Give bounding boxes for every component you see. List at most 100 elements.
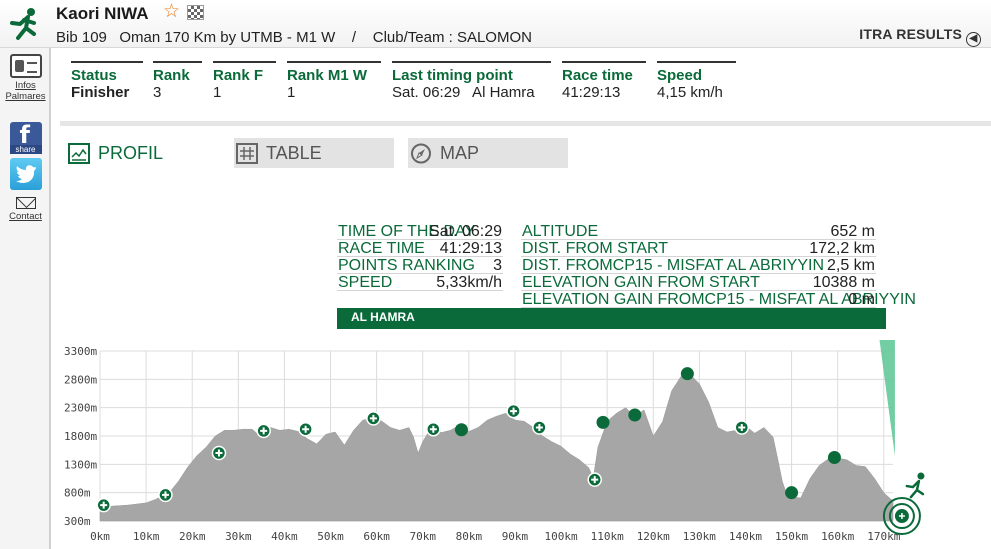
facebook-share-label: share xyxy=(9,145,42,154)
page-header: Kaori NIWA ☆ Bib 109 Oman 170 Km by UTMB… xyxy=(0,0,991,48)
palmares-link[interactable]: Palmares xyxy=(0,91,51,102)
checkpoint-dot-marker xyxy=(680,367,694,381)
stat-value: 4,15 km/h xyxy=(657,84,723,101)
stat-value: 3 xyxy=(153,84,162,101)
contact-block[interactable]: Contact xyxy=(0,197,51,222)
itra-results-label: ITRA RESULTS xyxy=(859,26,962,42)
tab-map[interactable]: MAP xyxy=(408,138,568,168)
checkered-flag-icon[interactable] xyxy=(187,5,204,20)
info-key: DIST. FROM START xyxy=(522,240,669,257)
stat-speed: Speed 4,15 km/h xyxy=(657,61,736,102)
info-key: DIST. FROMCP15 - MISFAT AL ABRIYYIN xyxy=(522,257,824,274)
stat-last-timing-point: Last timing point Sat. 06:29 Al Hamra xyxy=(392,61,551,102)
info-key: SPEED xyxy=(338,274,393,291)
info-key: ALTITUDE xyxy=(522,223,599,240)
runner-icon xyxy=(10,8,36,40)
info-key: ELEVATION GAIN FROM START xyxy=(522,274,760,291)
checkpoint-dot-marker xyxy=(454,423,468,437)
sidebar-infos[interactable]: Infos Palmares xyxy=(0,54,51,102)
info-row: SPEED 5,33km/h xyxy=(337,274,503,291)
info-value: 41:29:13 xyxy=(439,240,502,257)
finish-runner-head xyxy=(917,472,925,480)
contact-link[interactable]: Contact xyxy=(0,211,51,222)
x-tick-label: 160km xyxy=(821,530,854,543)
id-card-icon xyxy=(9,54,42,78)
y-axis-labels: 300m 800m 1300m 1800m 2300m 2800m 3300m xyxy=(64,345,97,528)
info-value: 10388 m xyxy=(812,274,875,291)
stat-rank-category: Rank M1 W 1 xyxy=(287,61,381,102)
stat-label: Last timing point xyxy=(392,67,513,84)
finish-runner-icon xyxy=(905,479,925,499)
position-pointer xyxy=(879,340,895,457)
x-tick-label: 130km xyxy=(683,530,716,543)
info-row: DIST. FROM START 172,2 km xyxy=(521,240,876,257)
checkpoint-dot-marker xyxy=(596,415,610,429)
x-tick-label: 110km xyxy=(591,530,624,543)
twitter-share-button[interactable] xyxy=(0,158,51,190)
checkpoint-dot-marker xyxy=(785,486,799,500)
stat-rank: Rank 3 xyxy=(153,61,202,102)
x-tick-label: 10km xyxy=(133,530,160,543)
stat-value: Finisher xyxy=(71,84,130,101)
stat-value: 1 xyxy=(287,84,296,101)
compass-icon xyxy=(411,143,431,164)
info-value: 3 xyxy=(493,257,502,274)
table-grid-icon xyxy=(236,143,258,164)
tab-profil-label: PROFIL xyxy=(98,143,164,163)
info-row: ELEVATION GAIN FROM START 10388 m xyxy=(521,274,876,291)
itra-results-link[interactable]: ITRA RESULTS ◀ xyxy=(859,26,981,47)
info-value: 172,2 km xyxy=(809,240,875,257)
stat-label: Race time xyxy=(562,67,633,84)
x-tick-label: 90km xyxy=(502,530,529,543)
checkpoint-dot-marker xyxy=(628,408,642,422)
y-tick-label: 1300m xyxy=(64,458,97,471)
athlete-name: Kaori NIWA xyxy=(56,4,149,23)
info-key: RACE TIME xyxy=(338,240,425,257)
info-key: POINTS RANKING xyxy=(338,257,475,274)
race-info-line: Bib 109 Oman 170 Km by UTMB - M1 W / Clu… xyxy=(56,29,532,46)
twitter-icon xyxy=(9,158,42,190)
sidebar: Infos Palmares f share Contact xyxy=(0,48,51,549)
y-tick-label: 1800m xyxy=(64,430,97,443)
y-tick-label: 300m xyxy=(64,515,91,528)
infos-link[interactable]: Infos xyxy=(0,80,51,91)
info-value: Sat. 06:29 xyxy=(429,223,502,240)
stat-label: Speed xyxy=(657,67,703,84)
tab-table-label: TABLE xyxy=(266,143,322,163)
stat-label: Rank F xyxy=(213,67,264,84)
x-tick-label: 30km xyxy=(225,530,252,543)
arrow-left-circle-icon: ◀ xyxy=(966,32,981,47)
x-tick-label: 80km xyxy=(456,530,483,543)
stat-label: Rank M1 W xyxy=(287,67,368,84)
passage-name: AL HAMRA xyxy=(351,310,415,324)
info-row: DIST. FROMCP15 - MISFAT AL ABRIYYIN 2,5 k… xyxy=(521,257,876,274)
stat-value: Sat. 06:29 Al Hamra xyxy=(392,84,535,101)
stats-divider xyxy=(60,121,991,126)
tab-table[interactable]: TABLE xyxy=(234,138,394,168)
info-value: 2,5 km xyxy=(826,257,875,274)
x-tick-label: 70km xyxy=(409,530,436,543)
stat-status: Status Finisher xyxy=(71,61,143,102)
passage-banner: AL HAMRA xyxy=(337,308,886,329)
stat-race-time: Race time 41:29:13 xyxy=(562,61,646,102)
envelope-icon xyxy=(15,197,36,209)
info-row: POINTS RANKING 3 xyxy=(337,257,503,274)
x-tick-label: 120km xyxy=(637,530,670,543)
x-tick-label: 50km xyxy=(317,530,344,543)
info-row: RACE TIME 41:29:13 xyxy=(337,240,503,257)
favorite-star-icon[interactable]: ☆ xyxy=(163,2,180,22)
stat-value: 1 xyxy=(213,84,222,101)
info-value: 0 m xyxy=(848,291,875,308)
facebook-share-button[interactable]: f share xyxy=(0,121,51,154)
y-tick-label: 3300m xyxy=(64,345,97,358)
info-row: ELEVATION GAIN FROMCP15 - MISFAT AL ABRI… xyxy=(521,291,916,308)
tab-map-label: MAP xyxy=(440,143,480,163)
stat-label: Status xyxy=(71,67,117,84)
x-tick-label: 60km xyxy=(363,530,390,543)
facebook-icon: f share xyxy=(9,121,42,154)
stat-value: 41:29:13 xyxy=(562,84,621,101)
y-tick-label: 2800m xyxy=(64,373,97,386)
elevation-profile-chart[interactable]: 300m 800m 1300m 1800m 2300m 2800m 3300m 0km 10k… xyxy=(60,340,991,549)
tab-profil[interactable]: PROFIL xyxy=(66,138,226,168)
x-tick-label: 40km xyxy=(271,530,298,543)
